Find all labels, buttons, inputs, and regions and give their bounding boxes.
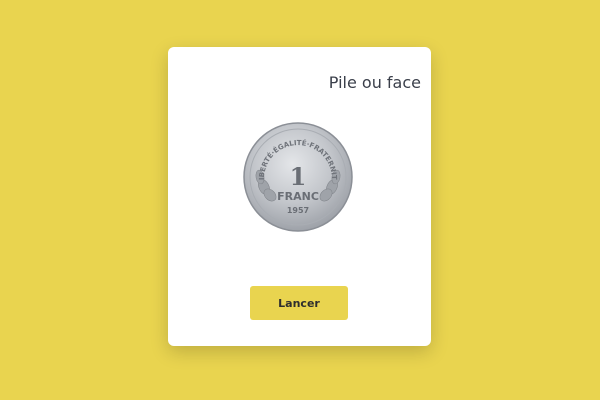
coin-icon: LIBERTÉ·ÉGALITÉ·FRATERNITÉ 1 FRANC 1957 <box>242 121 353 232</box>
coin-year: 1957 <box>287 206 309 215</box>
coin-unit: FRANC <box>277 190 319 203</box>
game-card: Pile ou face IBERTÉ·ÉGALITÉ·FRATERNIT 1 … <box>168 47 431 346</box>
coin-value: 1 <box>290 162 307 191</box>
coin: LIBERTÉ·ÉGALITÉ·FRATERNITÉ 1 FRANC 1957 <box>242 121 354 233</box>
launch-button[interactable]: Lancer <box>250 286 348 320</box>
game-title: Pile ou face <box>328 73 421 92</box>
